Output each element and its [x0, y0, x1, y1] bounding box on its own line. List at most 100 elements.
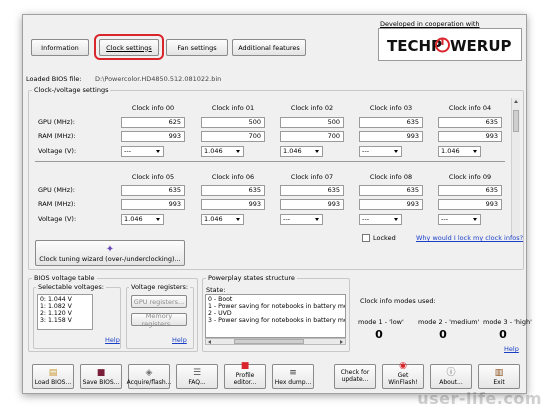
- ram-mhz-input[interactable]: 993: [121, 199, 185, 210]
- scroll-up-arrow-icon[interactable]: [514, 100, 518, 103]
- voltage-select[interactable]: 1.046: [438, 146, 481, 157]
- tab-additional-features-label: Additional features: [238, 43, 300, 52]
- voltage-select-value: ---: [362, 147, 370, 155]
- clock-info-header: Clock info 06: [211, 173, 255, 181]
- voltage-select[interactable]: ---: [438, 214, 481, 225]
- gpu-mhz-input[interactable]: 635: [438, 185, 502, 196]
- voltage-select[interactable]: 1.046: [201, 146, 244, 157]
- gpu-mhz-input[interactable]: 500: [280, 117, 344, 128]
- ram-mhz-input[interactable]: 700: [280, 131, 344, 142]
- voltage-select[interactable]: ---: [121, 146, 164, 157]
- scroll-thumb[interactable]: [513, 110, 519, 132]
- powerplay-state-item[interactable]: 1 - Power saving for notebooks in batter…: [208, 303, 345, 310]
- info-icon: ⓘ: [446, 368, 456, 378]
- developed-text: Developed in cooperation with: [380, 20, 480, 28]
- row-label: RAM (MHz):: [38, 200, 76, 208]
- powerplay-state-item[interactable]: 0 - Boot: [208, 296, 343, 303]
- dropdown-arrow-icon: [236, 150, 240, 153]
- dropdown-arrow-icon: [315, 218, 319, 221]
- gpu-mhz-input[interactable]: 635: [359, 117, 423, 128]
- toolbar-button[interactable]: ▥ Exit: [478, 364, 520, 389]
- voltage-select[interactable]: 1.046: [201, 214, 244, 225]
- bios-voltage-title: BIOS voltage table: [32, 274, 97, 282]
- voltage-select[interactable]: ---: [280, 214, 323, 225]
- flash-icon: ◉: [399, 361, 407, 371]
- loaded-bios-path: D:\Powercolor.HD4850.512.081022.bin: [95, 75, 222, 83]
- voltage-select[interactable]: ---: [359, 146, 402, 157]
- dropdown-arrow-icon: [394, 218, 398, 221]
- gpu-mhz-input[interactable]: 625: [121, 117, 185, 128]
- toolbar-button[interactable]: ☰ FAQ...: [176, 364, 218, 389]
- memory-registers-button[interactable]: Memory registers...: [131, 312, 187, 328]
- clock-modes-help-link[interactable]: Help: [504, 345, 519, 353]
- why-lock-link[interactable]: Why would I lock my clock infos?: [416, 234, 523, 242]
- toolbar-button-label: Save BIOS...: [82, 379, 120, 386]
- voltage-select[interactable]: 1.046: [280, 146, 323, 157]
- tab-clock-settings[interactable]: Clock settings: [99, 39, 159, 56]
- toolbar-button[interactable]: ■ Save BIOS...: [80, 364, 122, 389]
- toolbar-button[interactable]: ⓘ About...: [430, 364, 472, 389]
- tab-clock-settings-label: Clock settings: [106, 43, 152, 52]
- toolbar-button[interactable]: ◈ Acquire/flash...: [127, 364, 171, 389]
- locked-label: Locked: [373, 234, 396, 242]
- voltage-select[interactable]: ---: [359, 214, 402, 225]
- gpu-mhz-input[interactable]: 635: [438, 117, 502, 128]
- voltage-list-item[interactable]: 3: 1.158 V: [40, 317, 90, 324]
- scroll-right-arrow-icon[interactable]: [340, 340, 343, 344]
- tab-fan-settings[interactable]: Fan settings: [166, 39, 228, 56]
- voltages-help-link[interactable]: Help: [105, 336, 120, 344]
- voltage-list[interactable]: 0: 1.044 V 1: 1.082 V 2: 1.120 V 3: 1.15…: [37, 294, 93, 330]
- gpu-mhz-input[interactable]: 635: [121, 185, 185, 196]
- toolbar-button-label: FAQ...: [188, 379, 206, 386]
- ram-mhz-input[interactable]: 993: [280, 199, 344, 210]
- exit-door-icon: ▥: [494, 368, 504, 378]
- tab-information[interactable]: Information: [31, 39, 89, 56]
- voltage-list-item[interactable]: 2: 1.120 V: [40, 310, 90, 317]
- gpu-mhz-input[interactable]: 635: [280, 185, 344, 196]
- ram-mhz-input[interactable]: 993: [438, 131, 502, 142]
- row-label: RAM (MHz):: [38, 132, 76, 140]
- locked-checkbox[interactable]: [362, 234, 370, 242]
- voltage-list-item[interactable]: 1: 1.082 V: [40, 303, 90, 310]
- gpu-registers-button[interactable]: GPU registers...: [131, 295, 187, 308]
- ram-mhz-input[interactable]: 993: [359, 131, 423, 142]
- clock-tuning-wizard-label: Clock tuning wizard (over-/underclocking…: [39, 255, 181, 263]
- toolbar-button[interactable]: Check for update...: [334, 364, 376, 389]
- mode2-value: 0: [439, 328, 447, 341]
- gpu-mhz-input[interactable]: 635: [359, 185, 423, 196]
- ram-mhz-input[interactable]: 993: [438, 199, 502, 210]
- ram-mhz-input[interactable]: 993: [359, 199, 423, 210]
- ram-mhz-input[interactable]: 993: [121, 131, 185, 142]
- ram-mhz-input[interactable]: 700: [201, 131, 265, 142]
- ram-mhz-input[interactable]: 993: [201, 199, 265, 210]
- powerplay-state-list[interactable]: 0 - Boot 1 - Power saving for notebooks …: [205, 294, 346, 338]
- gpu-mhz-input[interactable]: 500: [201, 117, 265, 128]
- clock-tuning-wizard-button[interactable]: ✦ Clock tuning wizard (over-/underclocki…: [35, 240, 185, 266]
- powerplay-state-item[interactable]: 3 - Power saving for notebooks in batter…: [208, 317, 345, 324]
- mode1-value: 0: [375, 328, 383, 341]
- voltage-select-value: ---: [283, 215, 291, 223]
- voltage-registers-title: Voltage registers:: [129, 283, 191, 291]
- document-icon: ☰: [192, 368, 202, 378]
- toolbar-button[interactable]: ≡ Hex dump...: [272, 364, 314, 389]
- hscroll-thumb[interactable]: [234, 339, 304, 344]
- powerplay-hscrollbar[interactable]: [205, 338, 346, 345]
- toolbar-button-label: Get WinFlash!: [388, 372, 418, 386]
- toolbar-button[interactable]: ◉ Get WinFlash!: [382, 361, 424, 389]
- voltage-select[interactable]: 1.046: [121, 214, 164, 225]
- scroll-left-arrow-icon[interactable]: [208, 340, 211, 344]
- toolbar-button[interactable]: ▤ Load BIOS...: [32, 364, 74, 389]
- tab-information-label: Information: [41, 43, 79, 52]
- powerplay-state-label: State:: [206, 286, 226, 294]
- powerplay-state-item[interactable]: 2 - UVD: [208, 310, 343, 317]
- clock-group-scrollbar[interactable]: [511, 98, 520, 238]
- loaded-bios-label: Loaded BIOS file:: [26, 75, 82, 83]
- voltage-select-value: ---: [362, 215, 370, 223]
- toolbar-button[interactable]: ■ Profile editor...: [224, 361, 266, 389]
- registers-help-link[interactable]: Help: [172, 336, 187, 344]
- tab-additional-features[interactable]: Additional features: [232, 39, 306, 56]
- row-label: GPU (MHz):: [38, 186, 75, 194]
- gpu-mhz-input[interactable]: 635: [201, 185, 265, 196]
- toolbar-button-label: Exit: [493, 379, 505, 386]
- voltage-list-item[interactable]: 0: 1.044 V: [40, 296, 90, 303]
